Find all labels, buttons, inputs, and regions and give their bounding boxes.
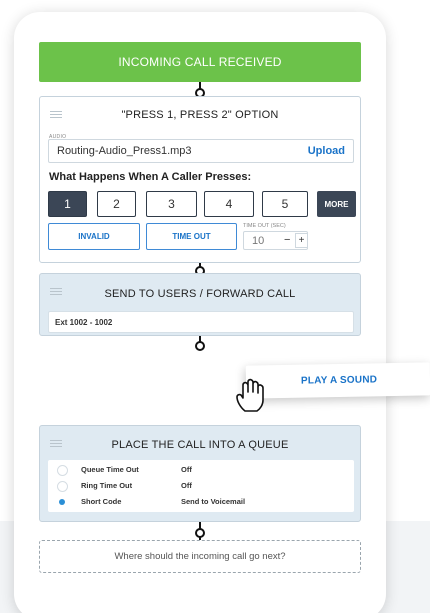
- queue-row-label: Ring Time Out: [81, 481, 133, 490]
- press-option-title: "PRESS 1, PRESS 2" OPTION: [121, 109, 279, 121]
- key-4-button[interactable]: 4: [204, 191, 254, 217]
- caller-presses-heading: What Happens When A Caller Presses:: [49, 171, 252, 183]
- timeout-caption: TIME OUT (SEC): [243, 223, 286, 229]
- radio-button[interactable]: [57, 481, 68, 492]
- invalid-button[interactable]: INVALID: [48, 223, 140, 250]
- audio-file-name: Routing-Audio_Press1.mp3: [57, 145, 192, 157]
- timeout-stepper[interactable]: 10 − +: [243, 231, 308, 250]
- queue-row-label: Queue Time Out: [81, 465, 139, 474]
- connector-node: [195, 528, 205, 538]
- decrement-button[interactable]: −: [284, 234, 290, 246]
- grab-hand-cursor-icon: [236, 378, 264, 412]
- incoming-call-label: INCOMING CALL RECEIVED: [118, 55, 282, 69]
- press-option-card: "PRESS 1, PRESS 2" OPTION AUDIO Routing-…: [39, 96, 361, 263]
- send-to-users-card: SEND TO USERS / FORWARD CALL Ext 1002 - …: [39, 273, 361, 336]
- play-a-sound-drag-card[interactable]: PLAY A SOUND: [245, 362, 430, 399]
- play-a-sound-label: PLAY A SOUND: [300, 374, 378, 387]
- queue-options: Queue Time Out Off Ring Time Out Off Sho…: [48, 460, 354, 512]
- key-2-button[interactable]: 2: [97, 191, 136, 217]
- timeout-value: 10: [252, 235, 265, 247]
- queue-row-value: Send to Voicemail: [181, 497, 246, 506]
- extension-entry[interactable]: Ext 1002 - 1002: [48, 311, 354, 333]
- increment-button[interactable]: +: [295, 233, 308, 248]
- queue-card: PLACE THE CALL INTO A QUEUE Queue Time O…: [39, 425, 361, 522]
- more-button[interactable]: MORE: [317, 191, 356, 217]
- queue-row-label: Short Code: [81, 497, 122, 506]
- queue-row-value: Off: [181, 481, 192, 490]
- upload-link[interactable]: Upload: [308, 145, 345, 157]
- key-3-button[interactable]: 3: [146, 191, 197, 217]
- incoming-call-trigger[interactable]: INCOMING CALL RECEIVED: [39, 42, 361, 82]
- time-out-button[interactable]: TIME OUT: [146, 223, 237, 250]
- queue-row[interactable]: Short Code Send to Voicemail: [48, 495, 354, 510]
- key-1-button[interactable]: 1: [48, 191, 87, 217]
- queue-row[interactable]: Queue Time Out Off: [48, 463, 354, 478]
- connector-node: [195, 341, 205, 351]
- radio-button-selected[interactable]: [57, 497, 68, 508]
- audio-file-field[interactable]: Routing-Audio_Press1.mp3 Upload: [48, 139, 354, 163]
- next-step-dropzone[interactable]: Where should the incoming call go next?: [39, 540, 361, 573]
- next-step-placeholder: Where should the incoming call go next?: [114, 551, 286, 562]
- radio-button[interactable]: [57, 465, 68, 476]
- key-5-button[interactable]: 5: [262, 191, 308, 217]
- send-to-users-title: SEND TO USERS / FORWARD CALL: [104, 288, 296, 300]
- queue-row-value: Off: [181, 465, 192, 474]
- queue-title: PLACE THE CALL INTO A QUEUE: [111, 439, 289, 451]
- queue-row[interactable]: Ring Time Out Off: [48, 479, 354, 494]
